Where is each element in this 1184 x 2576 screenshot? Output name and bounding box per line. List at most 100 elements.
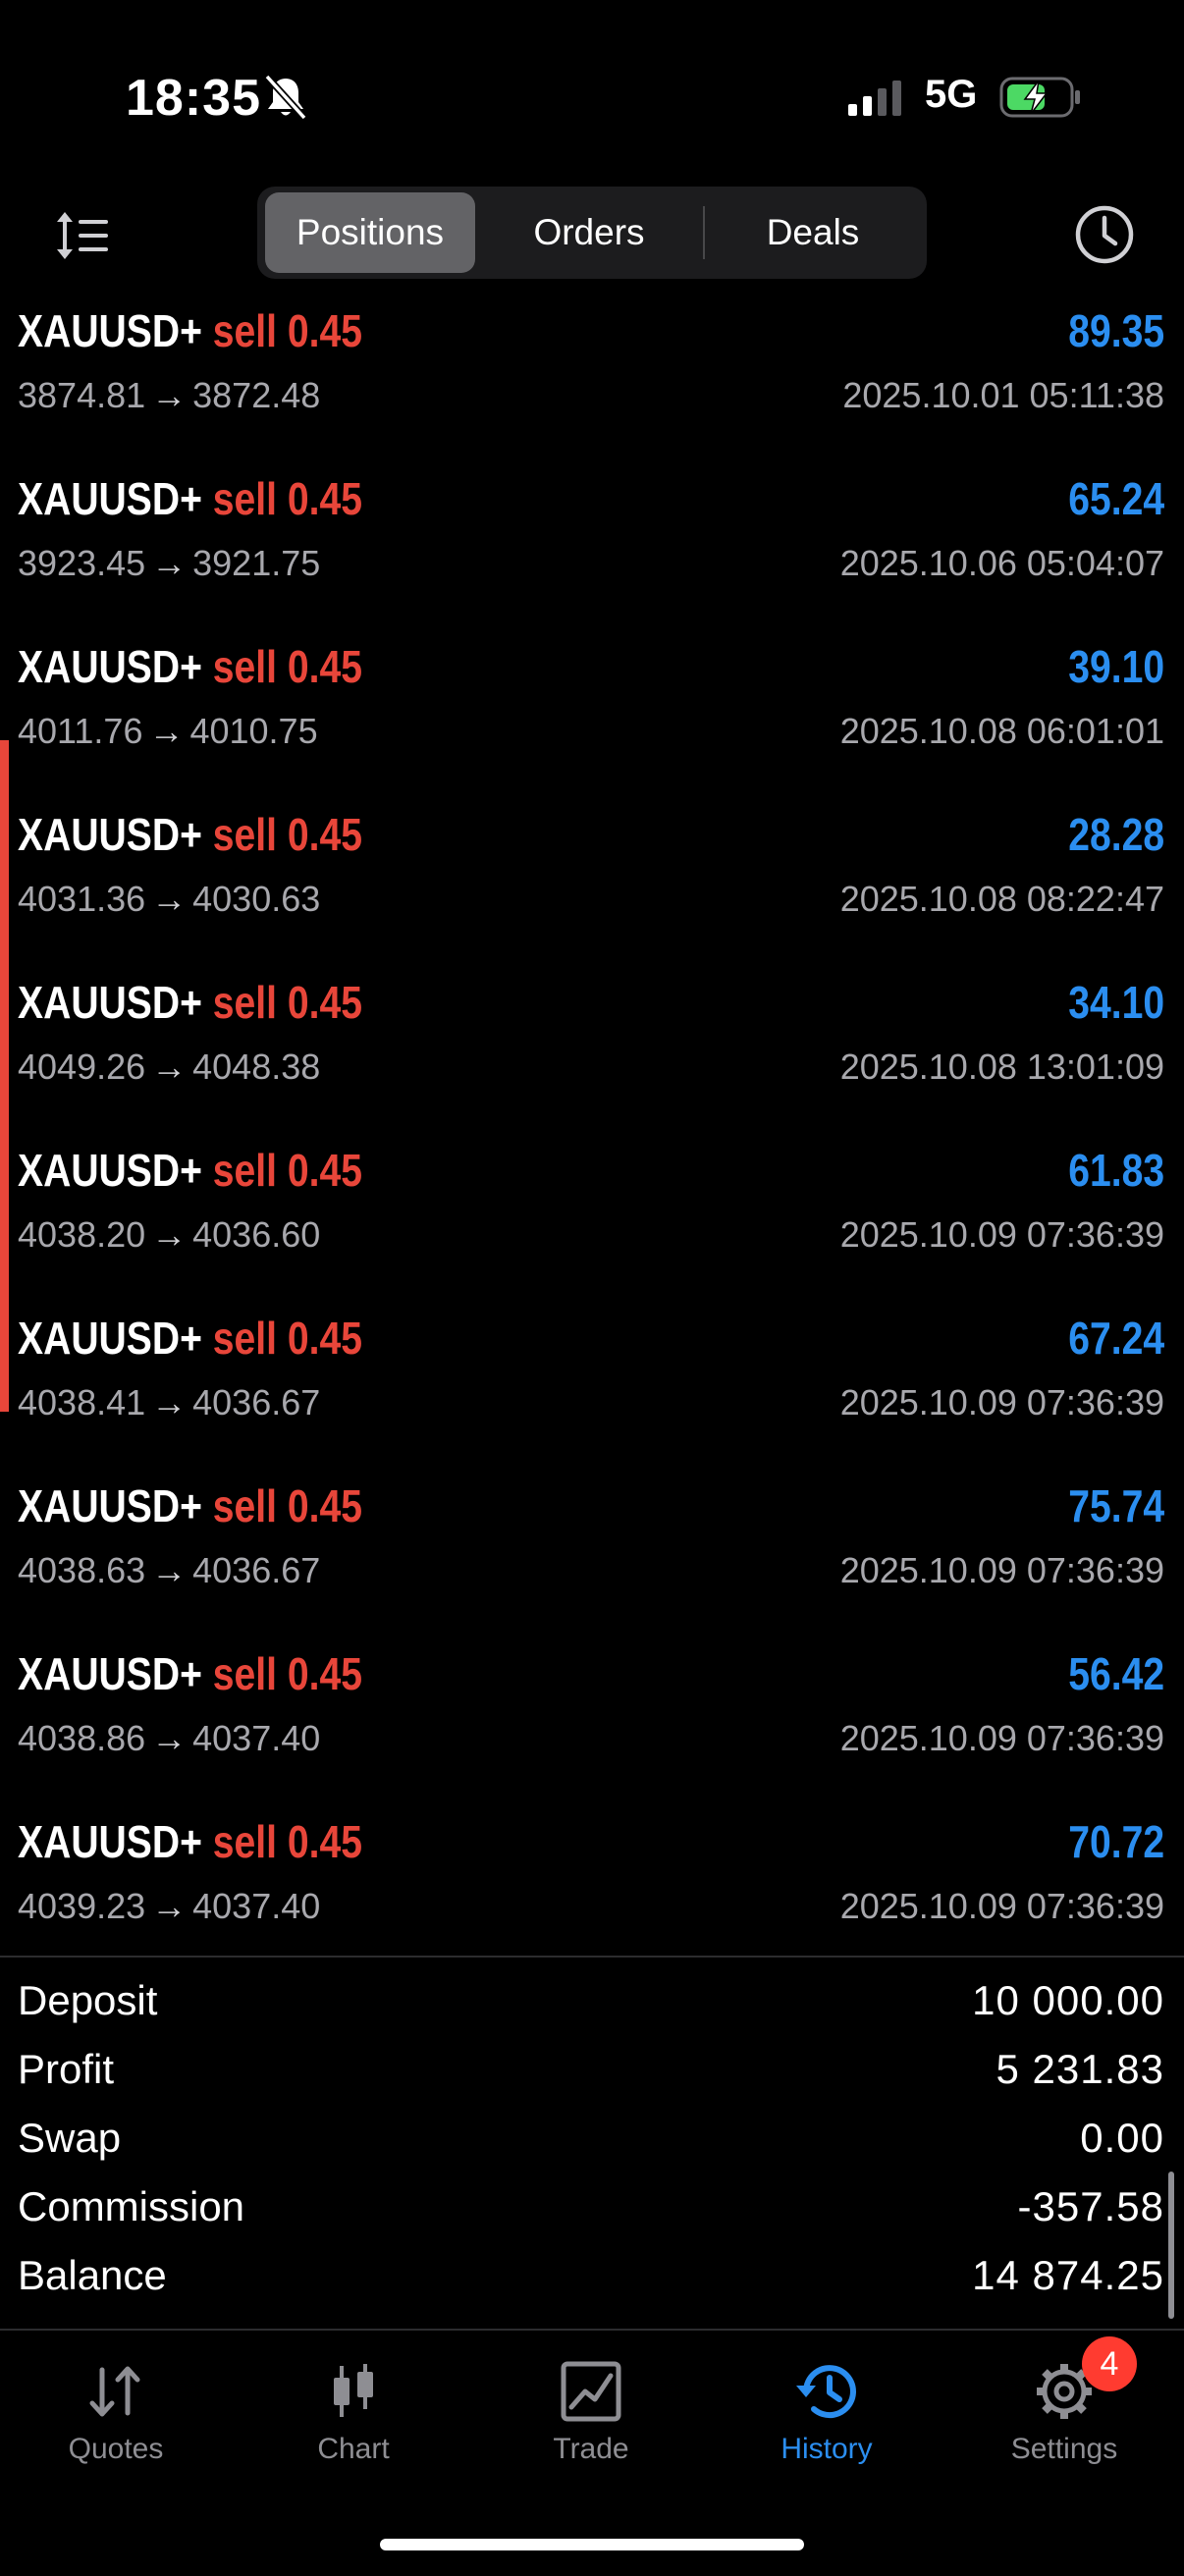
- deal-side: sell: [212, 1313, 278, 1364]
- settings-badge: 4: [1082, 2336, 1137, 2391]
- sort-icon[interactable]: [53, 206, 112, 265]
- quotes-arrows-icon: [89, 2366, 140, 2417]
- deal-title: XAUUSD+ sell 0.45: [18, 808, 362, 861]
- deal-side: sell: [212, 641, 278, 692]
- list-item[interactable]: XAUUSD+ sell 0.45 28.28 4031.36 → 4030.63 …: [0, 798, 1184, 966]
- deal-symbol: XAUUSD+: [18, 473, 202, 524]
- tab-trade[interactable]: Trade: [493, 2360, 689, 2478]
- deal-profit: 89.35: [1068, 305, 1164, 356]
- list-item[interactable]: XAUUSD+ sell 0.45 75.74 4038.63 → 4036.67 …: [0, 1470, 1184, 1637]
- cellular-signal-icon: [848, 80, 901, 116]
- deal-title: XAUUSD+ sell 0.45: [18, 1144, 362, 1197]
- deal-prices: 3923.45 → 3921.75: [18, 543, 320, 584]
- deal-title: XAUUSD+ sell 0.45: [18, 472, 362, 525]
- deal-side: sell: [212, 1648, 278, 1699]
- deal-symbol: XAUUSD+: [18, 1816, 202, 1867]
- deal-prices: 4039.23 → 4037.40: [18, 1886, 320, 1927]
- list-item[interactable]: XAUUSD+ sell 0.45 65.24 3923.45 → 3921.75 …: [0, 462, 1184, 630]
- tab-chart[interactable]: Chart: [255, 2360, 452, 2478]
- deal-prices: 4049.26 → 4048.38: [18, 1046, 320, 1088]
- close-price: 4048.38: [192, 1046, 321, 1087]
- deal-prices: 3874.81 → 3872.48: [18, 375, 320, 416]
- tab-label: Quotes: [68, 2433, 164, 2465]
- deal-side: sell: [212, 809, 278, 860]
- tab-label: Settings: [1010, 2433, 1118, 2465]
- open-price: 4049.26: [18, 1046, 146, 1087]
- deal-profit: 75.74: [1068, 1480, 1164, 1531]
- open-price: 4038.63: [18, 1550, 146, 1590]
- deal-volume: 0.45: [287, 1313, 362, 1364]
- deal-symbol: XAUUSD+: [18, 809, 202, 860]
- tab-history[interactable]: History: [728, 2360, 925, 2478]
- deal-title: XAUUSD+ sell 0.45: [18, 304, 362, 357]
- arrow-right-icon: →: [151, 1886, 188, 1926]
- deal-prices: 4031.36 → 4030.63: [18, 879, 320, 920]
- deal-time: 2025.10.09 07:36:39: [839, 1886, 1164, 1926]
- list-item[interactable]: XAUUSD+ sell 0.45 61.83 4038.20 → 4036.60 …: [0, 1134, 1184, 1302]
- tab-deals[interactable]: Deals: [709, 192, 917, 273]
- summary-label: Swap: [18, 2115, 122, 2161]
- open-price: 4038.41: [18, 1382, 146, 1422]
- list-item[interactable]: XAUUSD+ sell 0.45 56.42 4038.86 → 4037.40 …: [0, 1637, 1184, 1805]
- deal-volume: 0.45: [287, 809, 362, 860]
- deal-volume: 0.45: [287, 1145, 362, 1196]
- list-item[interactable]: XAUUSD+ sell 0.45 70.72 4039.23 → 4037.40 …: [0, 1805, 1184, 1973]
- deal-profit: 67.24: [1068, 1313, 1164, 1364]
- close-price: 4010.75: [189, 711, 318, 751]
- deal-side: sell: [212, 1816, 278, 1867]
- deal-profit: 65.24: [1068, 473, 1164, 524]
- scrollbar[interactable]: [1168, 2172, 1174, 2319]
- list-item[interactable]: XAUUSD+ sell 0.45 34.10 4049.26 → 4048.38 …: [0, 966, 1184, 1134]
- summary-row-swap: Swap 0.00: [0, 2115, 1184, 2183]
- arrow-right-icon: →: [151, 879, 188, 919]
- summary-value: -357.58: [1017, 2183, 1164, 2229]
- deal-side: sell: [212, 305, 278, 356]
- deal-profit: 39.10: [1068, 641, 1164, 692]
- deal-time: 2025.10.08 13:01:09: [839, 1046, 1164, 1087]
- arrow-right-icon: →: [151, 1382, 188, 1422]
- deal-symbol: XAUUSD+: [18, 1313, 202, 1364]
- summary-row-balance: Balance 14 874.25: [0, 2252, 1184, 2321]
- summary-value: 0.00: [1080, 2115, 1164, 2161]
- tab-quotes[interactable]: Quotes: [18, 2360, 214, 2478]
- deal-title: XAUUSD+ sell 0.45: [18, 640, 362, 693]
- close-price: 4030.63: [192, 879, 321, 919]
- deal-time: 2025.10.09 07:36:39: [839, 1718, 1164, 1758]
- deal-volume: 0.45: [287, 977, 362, 1028]
- tab-label: Trade: [553, 2433, 629, 2465]
- deal-time: 2025.10.09 07:36:39: [839, 1550, 1164, 1590]
- deal-list: XAUUSD+ sell 0.45 89.35 3874.81 → 3872.48 …: [0, 295, 1184, 1954]
- close-price: 4037.40: [192, 1886, 321, 1926]
- tab-positions[interactable]: Positions: [265, 192, 475, 273]
- open-price: 3923.45: [18, 543, 146, 583]
- deal-symbol: XAUUSD+: [18, 305, 202, 356]
- tab-label: History: [780, 2433, 873, 2465]
- deal-title: XAUUSD+ sell 0.45: [18, 1479, 362, 1532]
- list-item[interactable]: XAUUSD+ sell 0.45 67.24 4038.41 → 4036.67 …: [0, 1302, 1184, 1470]
- deal-volume: 0.45: [287, 473, 362, 524]
- deal-side: sell: [212, 473, 278, 524]
- home-indicator[interactable]: [380, 2539, 804, 2550]
- deal-symbol: XAUUSD+: [18, 641, 202, 692]
- arrow-right-icon: →: [151, 1214, 188, 1255]
- close-price: 4036.60: [192, 1214, 321, 1255]
- clock-icon[interactable]: [1074, 204, 1135, 265]
- deal-profit: 56.42: [1068, 1648, 1164, 1699]
- deal-time: 2025.10.08 06:01:01: [839, 711, 1164, 751]
- summary-row-profit: Profit 5 231.83: [0, 2046, 1184, 2115]
- deal-title: XAUUSD+ sell 0.45: [18, 976, 362, 1029]
- summary-row-commission: Commission -357.58: [0, 2183, 1184, 2252]
- deal-time: 2025.10.09 07:36:39: [839, 1214, 1164, 1255]
- list-item[interactable]: XAUUSD+ sell 0.45 39.10 4011.76 → 4010.75 …: [0, 630, 1184, 798]
- deal-prices: 4038.41 → 4036.67: [18, 1382, 320, 1423]
- arrow-right-icon: →: [148, 711, 185, 751]
- tab-orders[interactable]: Orders: [485, 192, 693, 273]
- summary-value: 5 231.83: [996, 2046, 1164, 2092]
- status-time: 18:35: [126, 70, 261, 127]
- battery-charging-icon: [999, 77, 1080, 118]
- summary-value: 10 000.00: [972, 1977, 1164, 2023]
- list-item[interactable]: XAUUSD+ sell 0.45 89.35 3874.81 → 3872.48 …: [0, 295, 1184, 462]
- deal-title: XAUUSD+ sell 0.45: [18, 1312, 362, 1365]
- deal-title: XAUUSD+ sell 0.45: [18, 1647, 362, 1700]
- summary-label: Commission: [18, 2183, 245, 2229]
